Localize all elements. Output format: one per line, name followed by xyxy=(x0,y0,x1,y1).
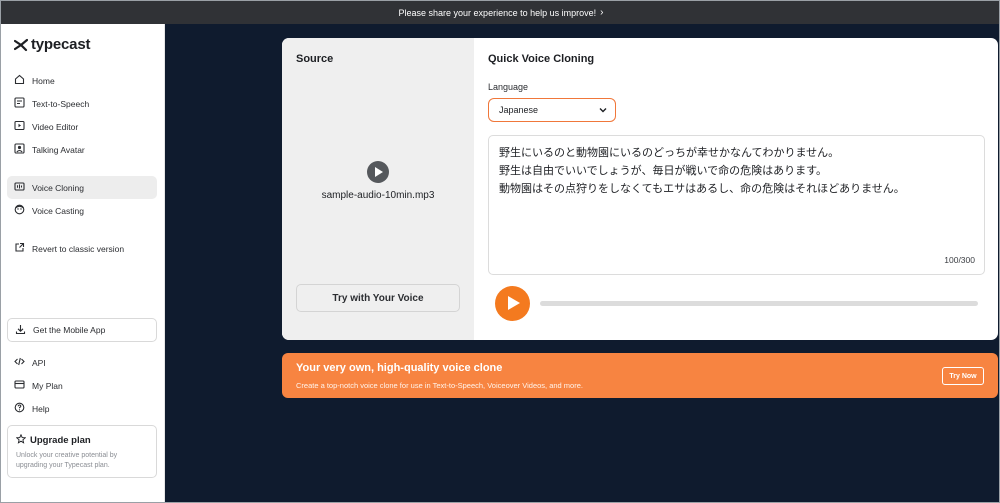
promo-description: Create a top-notch voice clone for use i… xyxy=(296,381,583,390)
talking-avatar-icon xyxy=(14,143,25,156)
sidebar-item-video-editor[interactable]: Video Editor xyxy=(7,115,157,138)
voice-casting-icon xyxy=(14,204,25,217)
source-panel: Source sample-audio-10min.mp3 Try with Y… xyxy=(282,38,474,340)
upgrade-desc-line-2: upgrading your Typecast plan. xyxy=(16,462,110,469)
quick-voice-cloning-title: Quick Voice Cloning xyxy=(488,53,595,65)
language-value: Japanese xyxy=(499,105,539,115)
script-line: 野生は自由でいいでしょうが、毎日が戦いで命の危険はあります。 xyxy=(499,164,828,177)
promo-title: Your very own, high-quality voice clone xyxy=(296,362,503,374)
script-line: 動物園はその点狩りをしなくてもエサはあるし、命の危険はそれほどありません。 xyxy=(499,182,905,195)
code-icon xyxy=(14,356,25,369)
get-mobile-app-button[interactable]: Get the Mobile App xyxy=(7,318,157,342)
voice-cloning-card: Source sample-audio-10min.mp3 Try with Y… xyxy=(282,38,998,340)
language-label: Language xyxy=(488,82,529,92)
typecast-logo[interactable]: typecast xyxy=(14,36,90,53)
home-icon xyxy=(14,74,25,87)
sidebar-item-my-plan[interactable]: My Plan xyxy=(7,374,157,397)
sidebar-item-voice-casting[interactable]: Voice Casting xyxy=(7,199,157,222)
sidebar-item-label: API xyxy=(32,357,46,368)
sidebar-item-talking-avatar[interactable]: Talking Avatar xyxy=(7,138,157,161)
help-icon xyxy=(14,402,25,415)
sidebar-item-text-to-speech[interactable]: Text-to-Speech xyxy=(7,92,157,115)
external-link-icon xyxy=(14,242,25,255)
video-editor-icon xyxy=(14,120,25,133)
typecast-logo-icon xyxy=(14,38,28,52)
mobile-app-label: Get the Mobile App xyxy=(33,325,106,335)
upgrade-desc-line-1: Unlock your creative potential by xyxy=(16,452,118,459)
logo-text: typecast xyxy=(31,36,91,53)
sidebar-item-api[interactable]: API xyxy=(7,351,157,374)
upgrade-title-text: Upgrade plan xyxy=(30,435,91,446)
app-window: Please share your experience to help us … xyxy=(0,0,1000,503)
sidebar-item-label: Help xyxy=(32,403,50,414)
source-title: Source xyxy=(296,53,334,65)
source-file-name: sample-audio-10min.mp3 xyxy=(321,190,435,201)
language-select[interactable]: Japanese xyxy=(488,98,616,122)
sidebar-item-label: Voice Cloning xyxy=(32,182,84,193)
chevron-down-icon xyxy=(599,105,607,115)
star-icon xyxy=(15,433,27,447)
main-content: Source sample-audio-10min.mp3 Try with Y… xyxy=(165,24,999,502)
sidebar-item-voice-cloning[interactable]: Voice Cloning xyxy=(7,176,157,199)
feedback-banner-text: Please share your experience to help us … xyxy=(398,7,597,18)
voice-cloning-icon xyxy=(14,181,25,194)
download-icon xyxy=(15,324,26,337)
upgrade-plan-description: Unlock your creative potential by upgrad… xyxy=(16,451,148,471)
audio-progress-bar[interactable] xyxy=(540,301,978,306)
try-with-your-voice-button[interactable]: Try with Your Voice xyxy=(296,284,460,312)
sidebar: typecast Home Text-to-Speech Video Edito… xyxy=(1,24,165,502)
text-to-speech-icon xyxy=(14,97,25,110)
sidebar-item-label: Home xyxy=(32,75,55,86)
character-count: 100/300 xyxy=(944,255,975,265)
chevron-right-icon: › xyxy=(600,7,604,18)
source-play-icon[interactable] xyxy=(367,161,389,183)
sidebar-item-label: My Plan xyxy=(32,380,63,391)
promo-banner: Your very own, high-quality voice clone … xyxy=(282,353,998,398)
sidebar-item-revert-classic[interactable]: Revert to classic version xyxy=(7,237,157,260)
sidebar-item-label: Text-to-Speech xyxy=(32,98,90,109)
upgrade-plan-card[interactable]: Upgrade plan Unlock your creative potent… xyxy=(7,425,157,478)
sidebar-item-help[interactable]: Help xyxy=(7,397,157,420)
sidebar-item-label: Voice Casting xyxy=(32,205,84,216)
feedback-banner[interactable]: Please share your experience to help us … xyxy=(1,1,999,24)
credit-card-icon xyxy=(14,379,25,392)
sidebar-item-label: Revert to classic version xyxy=(32,243,125,254)
script-line: 野生にいるのと動物園にいるのどっちが幸せかなんてわかりません。 xyxy=(499,146,840,159)
play-button[interactable] xyxy=(495,286,530,321)
sidebar-item-home[interactable]: Home xyxy=(7,69,157,92)
sidebar-item-label: Video Editor xyxy=(32,121,79,132)
script-text-area[interactable]: 野生にいるのと動物園にいるのどっちが幸せかなんてわかりません。 野生は自由でいい… xyxy=(488,135,985,275)
try-now-button[interactable]: Try Now xyxy=(942,367,984,385)
sidebar-item-label: Talking Avatar xyxy=(32,144,85,155)
upgrade-plan-title: Upgrade plan xyxy=(15,433,148,447)
